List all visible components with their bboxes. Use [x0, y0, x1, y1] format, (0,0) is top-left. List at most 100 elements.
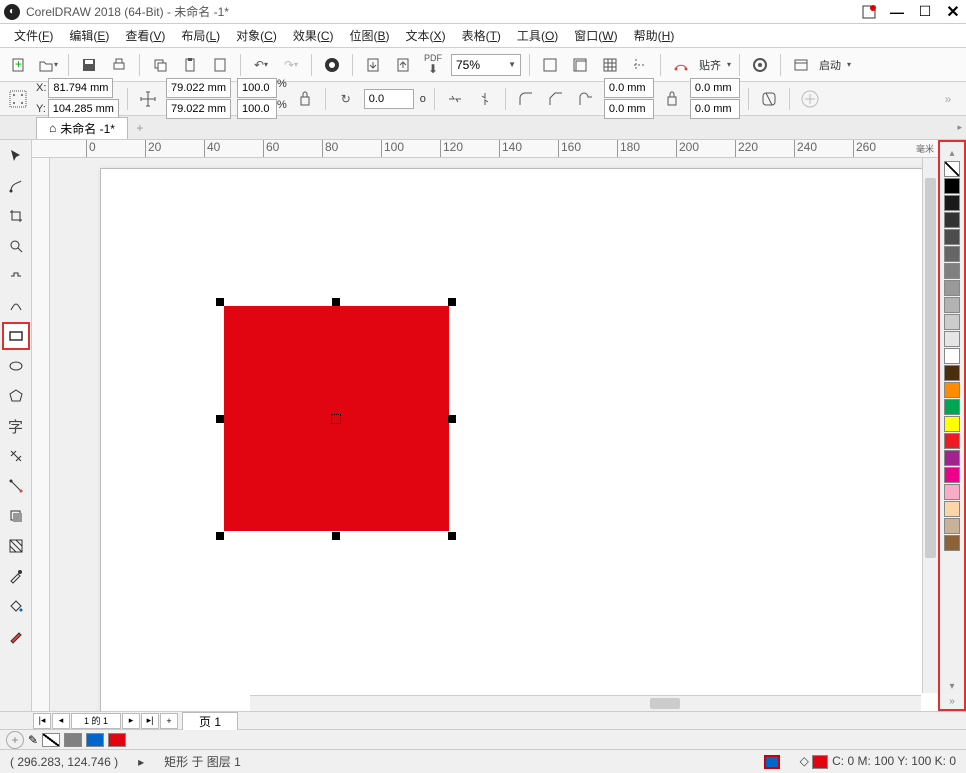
palette-expand-arrow[interactable]: » [949, 696, 955, 707]
mirror-h-button[interactable] [443, 87, 467, 111]
pdf-button[interactable]: PDF⬇ [421, 53, 445, 77]
handle-ml[interactable] [216, 415, 224, 423]
handle-bm[interactable] [332, 532, 340, 540]
corner-chamfer-button[interactable] [574, 87, 598, 111]
rotation-center[interactable] [331, 414, 341, 424]
overflow-button[interactable]: » [936, 87, 960, 111]
color-swatch[interactable] [944, 399, 960, 415]
handle-tl[interactable] [216, 298, 224, 306]
handle-mr[interactable] [448, 415, 456, 423]
print-button[interactable] [107, 53, 131, 77]
polygon-tool[interactable] [2, 382, 30, 410]
mirror-v-button[interactable] [473, 87, 497, 111]
text-tool[interactable]: 字 [2, 412, 30, 440]
menu-window[interactable]: 窗口(W) [566, 25, 625, 46]
freehand-tool[interactable] [2, 262, 30, 290]
color-swatch[interactable] [944, 314, 960, 330]
zoom-tool[interactable] [2, 232, 30, 260]
artistic-media-tool[interactable] [2, 292, 30, 320]
maximize-button[interactable]: ☐ [916, 3, 934, 21]
color-swatch[interactable] [944, 195, 960, 211]
handle-tr[interactable] [448, 298, 456, 306]
color-swatch[interactable] [944, 518, 960, 534]
first-page-button[interactable]: |◂ [33, 713, 51, 729]
scale-y-input[interactable]: 100.0 [237, 99, 277, 119]
color-swatch[interactable] [944, 280, 960, 296]
color-swatch[interactable] [944, 382, 960, 398]
color-swatch[interactable] [944, 212, 960, 228]
palette-up-arrow[interactable]: ▴ [949, 148, 954, 159]
lock-ratio-button[interactable] [293, 87, 317, 111]
menu-file[interactable]: 文件(F) [6, 25, 61, 46]
handle-br[interactable] [448, 532, 456, 540]
color-swatch[interactable] [944, 450, 960, 466]
open-button[interactable]: ▾ [36, 53, 60, 77]
color-swatch[interactable] [944, 365, 960, 381]
doc-color-swatch[interactable] [64, 733, 82, 747]
outline-tool[interactable] [2, 622, 30, 650]
color-swatch[interactable] [944, 433, 960, 449]
no-fill-swatch[interactable] [42, 733, 60, 747]
copy-button[interactable] [148, 53, 172, 77]
menu-layout[interactable]: 布局(L) [173, 25, 228, 46]
palette-down-arrow[interactable]: ▾ [949, 681, 954, 692]
next-page-button[interactable]: ▸ [122, 713, 140, 729]
menu-bitmap[interactable]: 位图(B) [342, 25, 398, 46]
doc-color-swatch[interactable] [108, 733, 126, 747]
horizontal-ruler[interactable]: 0 20 40 60 80 100 120 140 160 180 200 22… [32, 140, 938, 158]
vertical-ruler[interactable] [32, 158, 50, 711]
launch-icon[interactable] [789, 53, 813, 77]
color-swatch[interactable] [944, 484, 960, 500]
export-button[interactable] [391, 53, 415, 77]
options-button[interactable] [748, 53, 772, 77]
eyedropper-icon[interactable]: ✎ [28, 733, 38, 747]
doc-color-swatch[interactable] [86, 733, 104, 747]
color-proof-icon[interactable] [764, 755, 780, 769]
redo-button[interactable]: ↷▾ [279, 53, 303, 77]
color-swatch[interactable] [944, 416, 960, 432]
guides-button[interactable] [628, 53, 652, 77]
drop-shadow-tool[interactable] [2, 502, 30, 530]
menu-edit[interactable]: 编辑(E) [61, 25, 117, 46]
snap-label[interactable]: 贴齐 [699, 57, 721, 73]
parallel-dim-tool[interactable] [2, 442, 30, 470]
rulers-button[interactable] [568, 53, 592, 77]
new-button[interactable]: + [6, 53, 30, 77]
close-button[interactable]: ✕ [944, 3, 962, 21]
vertical-scrollbar[interactable] [922, 158, 938, 693]
corner-tr-input[interactable]: 0.0 mm [690, 78, 740, 98]
save-button[interactable] [77, 53, 101, 77]
paste-button[interactable] [178, 53, 202, 77]
color-swatch[interactable] [944, 178, 960, 194]
add-page-button[interactable]: + [160, 713, 178, 729]
color-swatch[interactable] [944, 297, 960, 313]
rectangle-tool[interactable] [2, 322, 30, 350]
fullscreen-button[interactable] [538, 53, 562, 77]
menu-table[interactable]: 表格(T) [454, 25, 509, 46]
scale-x-input[interactable]: 100.0 [237, 78, 277, 98]
new-tab-button[interactable]: + [128, 116, 152, 140]
menu-tools[interactable]: 工具(O) [509, 25, 566, 46]
x-position-input[interactable]: 81.794 mm [48, 78, 113, 98]
snap-icon[interactable] [669, 53, 693, 77]
color-swatch[interactable] [944, 331, 960, 347]
color-swatch[interactable] [944, 501, 960, 517]
color-swatch[interactable] [944, 229, 960, 245]
prev-page-button[interactable]: ◂ [52, 713, 70, 729]
corner-br-input[interactable]: 0.0 mm [690, 99, 740, 119]
relative-corner-button[interactable] [757, 87, 781, 111]
transparency-tool[interactable] [2, 532, 30, 560]
zoom-combo[interactable]: 75%▼ [451, 54, 521, 76]
menu-help[interactable]: 帮助(H) [626, 25, 683, 46]
grid-button[interactable] [598, 53, 622, 77]
horizontal-scrollbar[interactable] [250, 695, 921, 711]
add-button[interactable] [798, 87, 822, 111]
color-swatch[interactable] [944, 467, 960, 483]
connector-tool[interactable] [2, 472, 30, 500]
color-swatch[interactable] [944, 348, 960, 364]
last-page-button[interactable]: ▸| [141, 713, 159, 729]
eyedropper-tool[interactable] [2, 562, 30, 590]
corner-lock-button[interactable] [660, 87, 684, 111]
color-swatch[interactable] [944, 246, 960, 262]
no-fill-swatch[interactable] [944, 161, 960, 177]
